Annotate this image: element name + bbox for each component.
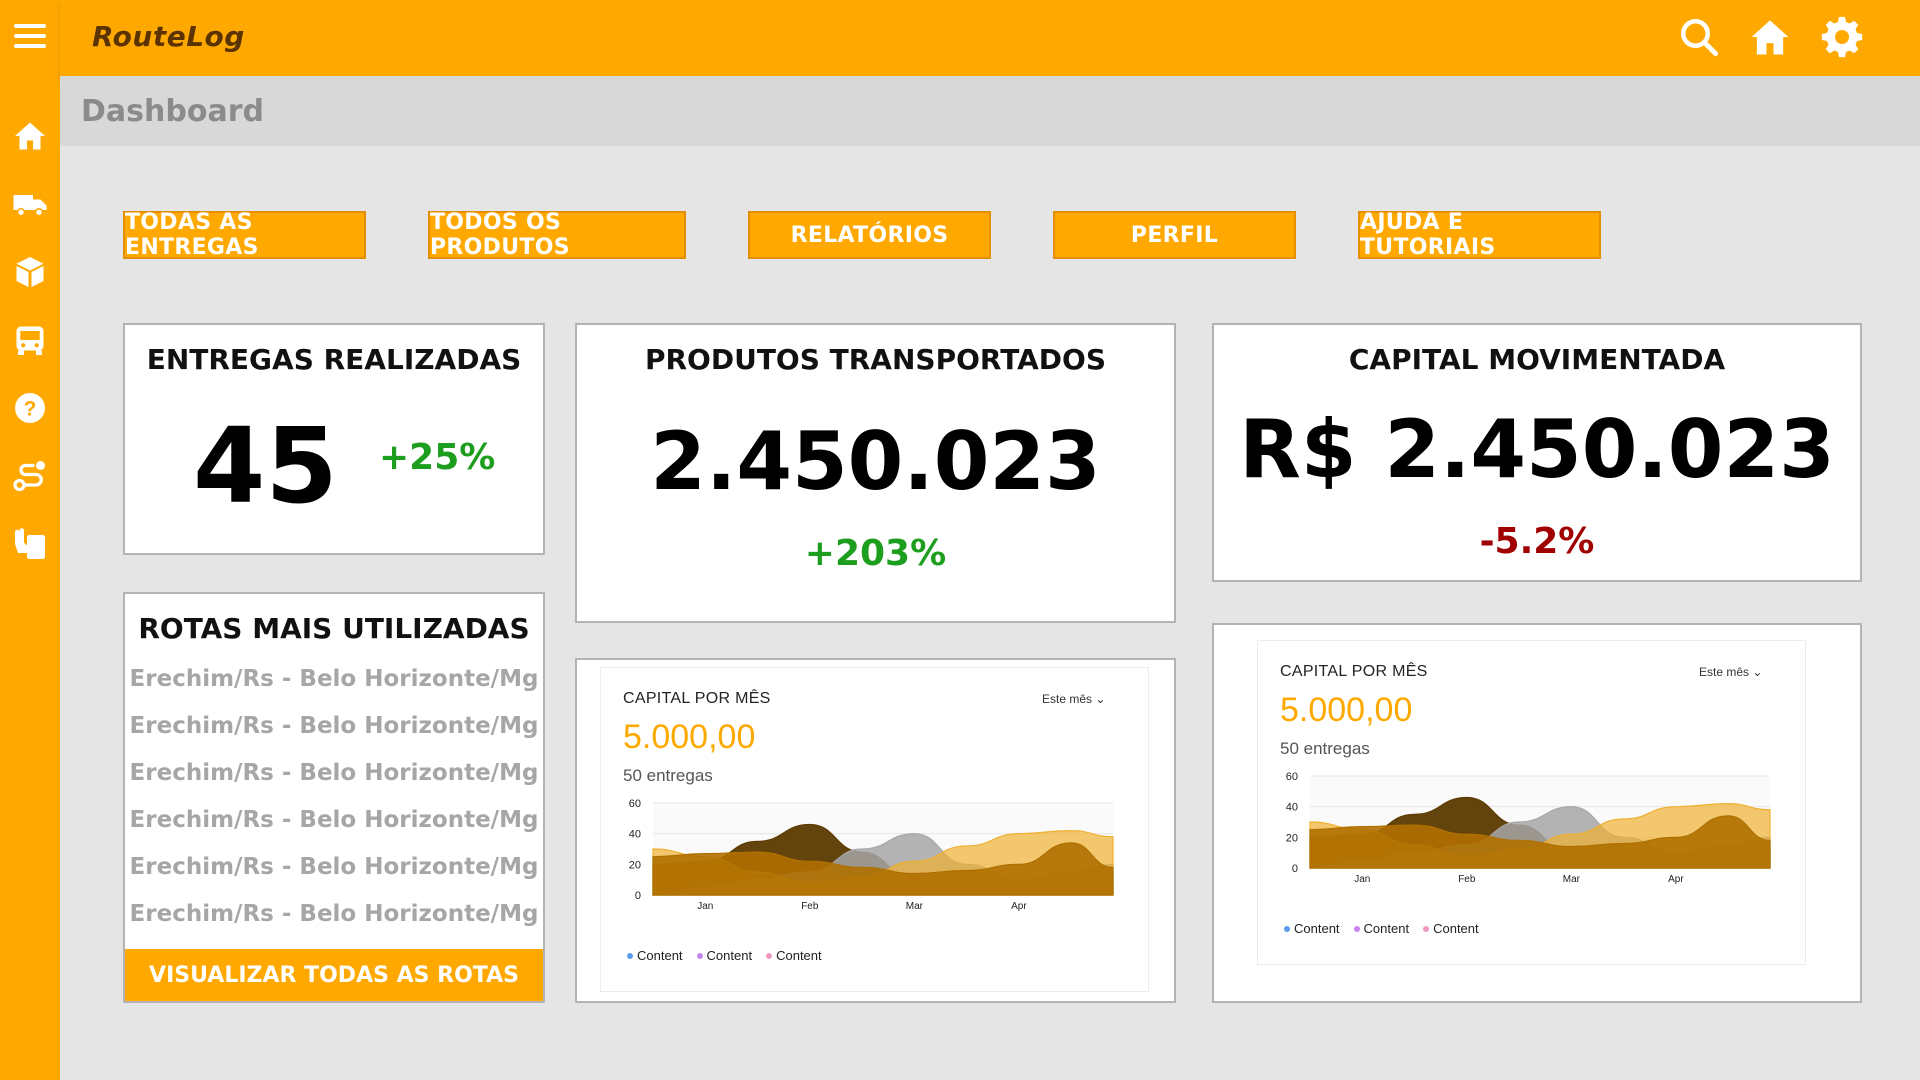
app-logo[interactable]: RouteLog: [92, 20, 245, 53]
y-tick-label: 60: [629, 798, 641, 810]
y-tick-label: 20: [1286, 832, 1298, 844]
clipboard-hand-icon[interactable]: [12, 526, 48, 562]
chart-subtitle: 50 entregas: [1280, 739, 1370, 758]
legend-item: Content: [1353, 921, 1409, 936]
home-icon[interactable]: [12, 118, 48, 154]
x-tick-label: Feb: [1458, 874, 1476, 885]
period-select-label: Este mês: [1042, 692, 1093, 706]
menu-icon[interactable]: [14, 24, 46, 48]
page-header: Dashboard: [60, 76, 1920, 146]
chart-widget: CAPITAL POR MÊS Este mês ⌄ 5.000,00 50 e…: [600, 667, 1149, 992]
route-item[interactable]: Erechim/Rs - Belo Horizonte/Mg: [125, 807, 543, 833]
top-bar: RouteLog: [60, 0, 1920, 76]
area-chart: 0 20 40 60 Jan Feb Mar Apr: [1286, 771, 1771, 885]
gear-icon[interactable]: [1821, 16, 1863, 58]
search-icon[interactable]: [1678, 16, 1720, 58]
chart-title: CAPITAL POR MÊS: [623, 690, 771, 707]
x-tick-label: Mar: [906, 901, 924, 912]
route-item[interactable]: Erechim/Rs - Belo Horizonte/Mg: [125, 666, 543, 692]
help-tutorials-button[interactable]: AJUDA E TUTORIAIS: [1358, 210, 1601, 260]
truck-icon[interactable]: [12, 186, 48, 222]
legend-item: Content: [696, 948, 752, 963]
x-tick-label: Jan: [697, 901, 713, 912]
chart-card-left: CAPITAL POR MÊS Este mês ⌄ 5.000,00 50 e…: [575, 658, 1176, 1003]
card-title: ENTREGAS REALIZADAS: [146, 343, 522, 376]
y-tick-label: 0: [635, 890, 641, 902]
bus-icon[interactable]: [12, 322, 48, 358]
y-tick-label: 40: [1286, 802, 1298, 814]
chart-legend: Content Content Content: [627, 948, 822, 963]
route-item[interactable]: Erechim/Rs - Belo Horizonte/Mg: [125, 713, 543, 739]
chart-subtitle: 50 entregas: [623, 766, 713, 785]
legend-item: Content: [1284, 921, 1340, 936]
route-item[interactable]: Erechim/Rs - Belo Horizonte/Mg: [125, 901, 543, 927]
period-select-label: Este mês: [1699, 665, 1750, 679]
capital-card: CAPITAL MOVIMENTADA R$ 2.450.023 -5.2%: [1212, 323, 1862, 582]
routes-card: ROTAS MAIS UTILIZADAS Erechim/Rs - Belo …: [123, 592, 545, 1003]
deliveries-value: 45: [193, 405, 338, 527]
deliveries-card: ENTREGAS REALIZADAS 45 +25%: [123, 323, 545, 555]
period-select[interactable]: Este mês ⌄: [1042, 692, 1105, 706]
route-item[interactable]: Erechim/Rs - Belo Horizonte/Mg: [125, 760, 543, 786]
legend-item: Content: [766, 948, 822, 963]
chart-title: CAPITAL POR MÊS: [1280, 663, 1428, 680]
y-tick-label: 40: [629, 829, 641, 841]
box-icon[interactable]: [12, 254, 48, 290]
legend-item: Content: [1423, 921, 1479, 936]
y-tick-label: 0: [1292, 863, 1298, 875]
x-tick-label: Jan: [1354, 874, 1370, 885]
svg-text:?: ?: [24, 398, 37, 421]
y-tick-label: 60: [1286, 771, 1298, 783]
chart-value: 5.000,00: [623, 718, 756, 756]
card-title: CAPITAL MOVIMENTADA: [1348, 343, 1726, 376]
chart-value: 5.000,00: [1280, 691, 1413, 729]
route-icon[interactable]: [12, 458, 48, 494]
help-icon[interactable]: ?: [12, 390, 48, 426]
capital-change: -5.2%: [1479, 521, 1595, 562]
profile-button[interactable]: PERFIL: [1053, 211, 1296, 259]
card-title: ROTAS MAIS UTILIZADAS: [138, 612, 530, 645]
x-tick-label: Apr: [1011, 901, 1027, 912]
products-value: 2.450.023: [650, 415, 1101, 508]
card-title: PRODUTOS TRANSPORTADOS: [644, 343, 1107, 376]
route-item[interactable]: Erechim/Rs - Belo Horizonte/Mg: [125, 854, 543, 880]
all-deliveries-button[interactable]: TODAS AS ENTREGAS: [123, 210, 366, 260]
reports-button[interactable]: RELATÓRIOS: [748, 211, 991, 259]
all-products-button[interactable]: TODOS OS PRODUTOS: [428, 210, 686, 260]
chart-legend: Content Content Content: [1284, 921, 1479, 936]
view-all-routes-button[interactable]: VISUALIZAR TODAS AS ROTAS: [125, 949, 543, 1001]
x-tick-label: Feb: [801, 901, 819, 912]
chevron-down-icon: ⌄: [1752, 665, 1763, 679]
chart-card-right: CAPITAL POR MÊS Este mês ⌄ 5.000,00 50 e…: [1212, 623, 1862, 1003]
period-select[interactable]: Este mês ⌄: [1699, 665, 1762, 679]
chevron-down-icon: ⌄: [1095, 692, 1106, 706]
capital-value: R$ 2.450.023: [1239, 403, 1835, 496]
x-tick-label: Apr: [1668, 874, 1684, 885]
chart-widget: CAPITAL POR MÊS Este mês ⌄ 5.000,00 50 e…: [1257, 640, 1806, 965]
products-card: PRODUTOS TRANSPORTADOS 2.450.023 +203%: [575, 323, 1176, 623]
area-chart: 0 20 40 60 Jan Feb Mar Apr: [629, 798, 1114, 912]
home-icon[interactable]: [1749, 16, 1791, 58]
legend-item: Content: [627, 948, 683, 963]
x-tick-label: Mar: [1563, 874, 1581, 885]
products-change: +203%: [804, 533, 947, 574]
sidebar: ?: [0, 0, 60, 1080]
y-tick-label: 20: [629, 859, 641, 871]
page-title: Dashboard: [81, 94, 264, 129]
deliveries-change: +25%: [379, 437, 496, 478]
